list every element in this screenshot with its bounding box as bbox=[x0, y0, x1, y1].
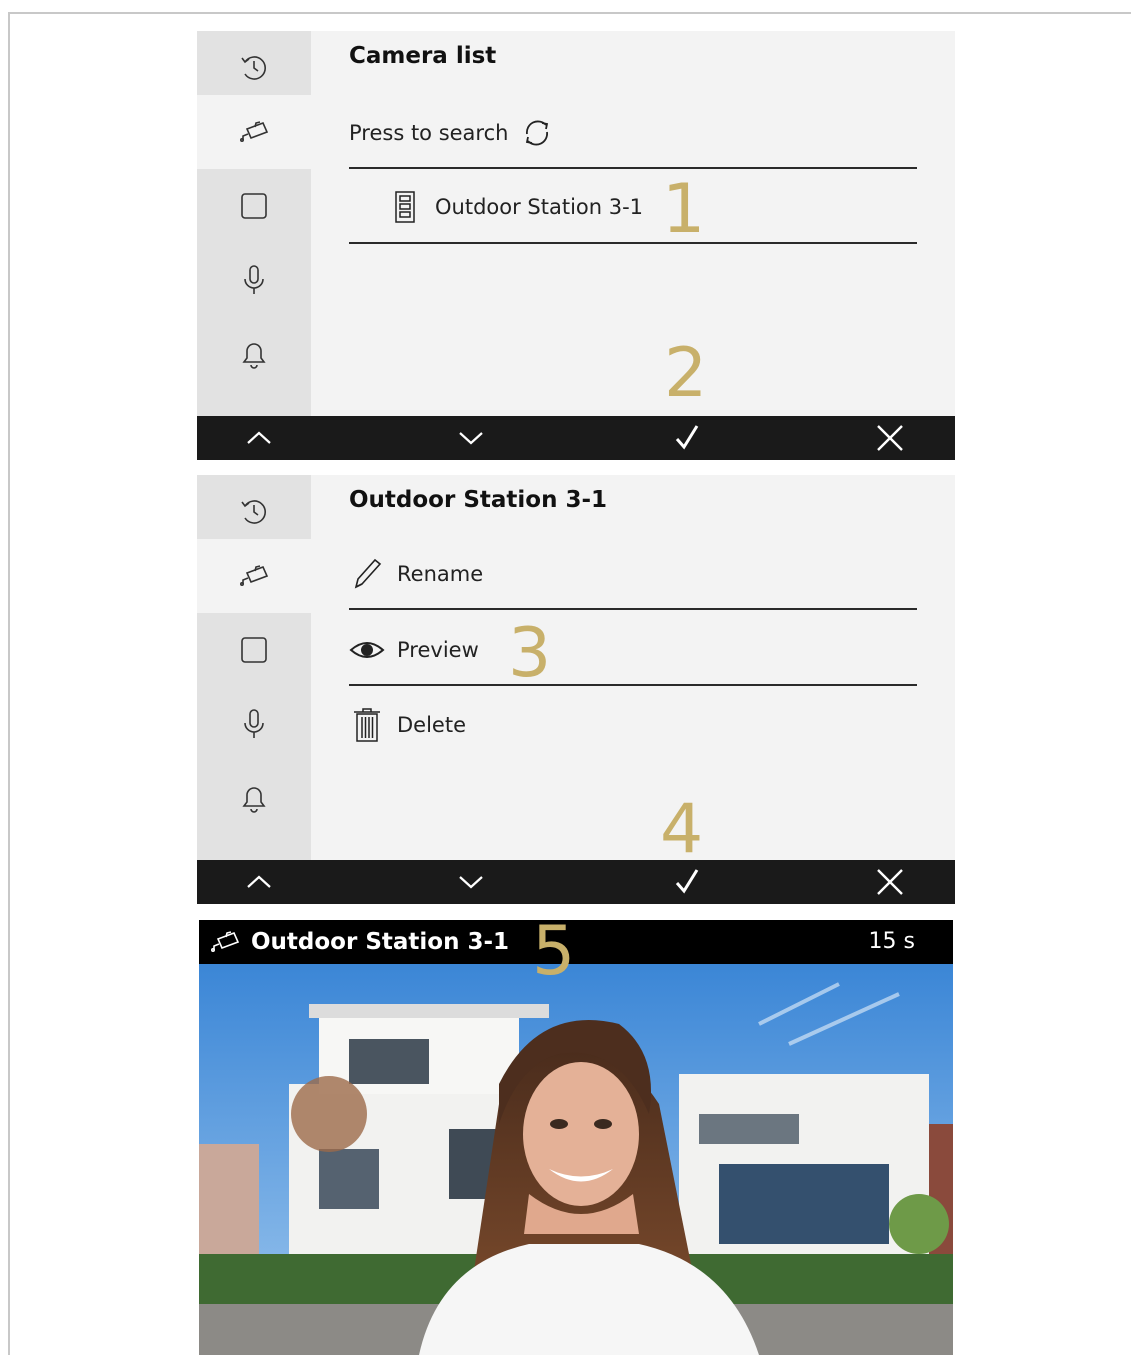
menu-item-delete[interactable]: Delete bbox=[349, 688, 917, 762]
square-icon bbox=[241, 637, 267, 663]
confirm-button[interactable] bbox=[657, 416, 717, 460]
history-icon bbox=[241, 500, 266, 524]
close-icon bbox=[877, 869, 903, 895]
sidebar-item-microphone[interactable] bbox=[197, 687, 311, 761]
callout-number-1: 1 bbox=[662, 170, 706, 249]
camera-options-screen: Outdoor Station 3-1 Rename Preview Delet… bbox=[197, 475, 955, 904]
camera-icon bbox=[211, 931, 240, 952]
pencil-icon bbox=[354, 558, 382, 589]
up-button[interactable] bbox=[229, 416, 289, 460]
divider bbox=[349, 242, 917, 244]
delete-label: Delete bbox=[397, 713, 466, 737]
sidebar-item-history[interactable] bbox=[197, 475, 311, 549]
chevron-up-icon bbox=[247, 431, 271, 444]
menu-item-preview[interactable]: Preview bbox=[349, 613, 917, 687]
sidebar-item-microphone[interactable] bbox=[197, 243, 311, 317]
main-content: Outdoor Station 3-1 Rename Preview Delet… bbox=[311, 475, 955, 860]
sidebar-item-bell[interactable] bbox=[197, 317, 311, 391]
divider bbox=[349, 167, 917, 169]
microphone-icon bbox=[244, 709, 264, 738]
close-icon bbox=[877, 425, 903, 451]
check-icon bbox=[675, 869, 699, 894]
history-icon bbox=[241, 56, 266, 80]
down-button[interactable] bbox=[441, 416, 501, 460]
sidebar-item-history[interactable] bbox=[197, 31, 311, 105]
microphone-icon bbox=[244, 265, 264, 294]
divider bbox=[349, 608, 917, 610]
check-icon bbox=[675, 425, 699, 450]
trash-icon bbox=[354, 708, 380, 742]
down-button[interactable] bbox=[441, 860, 501, 904]
menu-item-rename[interactable]: Rename bbox=[349, 537, 917, 611]
callout-number-4: 4 bbox=[660, 790, 704, 869]
rename-label: Rename bbox=[397, 562, 484, 586]
bell-icon bbox=[242, 787, 266, 813]
chevron-up-icon bbox=[247, 875, 271, 888]
camera-preview-screen: Outdoor Station 3-1 15 s bbox=[199, 920, 953, 1355]
camera-feed-image bbox=[199, 964, 953, 1355]
page-title: Camera list bbox=[349, 43, 497, 69]
camera-icon bbox=[240, 121, 269, 142]
search-label: Press to search bbox=[349, 121, 509, 145]
page-title: Outdoor Station 3-1 bbox=[349, 487, 608, 513]
frame-left-border bbox=[8, 12, 10, 1355]
preview-timer: 15 s bbox=[868, 929, 915, 954]
list-item-outdoor-station[interactable]: Outdoor Station 3-1 bbox=[349, 170, 917, 244]
frame-top-border bbox=[8, 12, 1131, 14]
up-button[interactable] bbox=[229, 860, 289, 904]
callout-number-3: 3 bbox=[508, 614, 552, 693]
square-icon bbox=[241, 193, 267, 219]
chevron-down-icon bbox=[459, 432, 483, 445]
sidebar-item-bell[interactable] bbox=[197, 761, 311, 835]
close-button[interactable] bbox=[860, 860, 920, 904]
bell-icon bbox=[242, 343, 266, 369]
main-content: Camera list Press to search Outdoor Stat… bbox=[311, 31, 955, 416]
refresh-icon bbox=[526, 120, 549, 146]
camera-list-screen: Camera list Press to search Outdoor Stat… bbox=[197, 31, 955, 460]
sidebar-item-camera[interactable] bbox=[197, 539, 311, 613]
preview-label: Preview bbox=[397, 638, 479, 662]
search-row[interactable]: Press to search bbox=[349, 96, 917, 170]
sidebar-item-square[interactable] bbox=[197, 169, 311, 243]
bottom-navigation-bar bbox=[197, 860, 955, 904]
eye-icon bbox=[349, 642, 385, 658]
divider bbox=[349, 684, 917, 686]
camera-icon bbox=[240, 565, 269, 586]
sidebar bbox=[197, 475, 311, 860]
preview-header-bar: Outdoor Station 3-1 15 s bbox=[199, 920, 953, 964]
callout-number-5: 5 bbox=[532, 912, 576, 991]
chevron-down-icon bbox=[459, 876, 483, 889]
list-item-label: Outdoor Station 3-1 bbox=[435, 195, 644, 219]
callout-number-2: 2 bbox=[664, 334, 708, 413]
sidebar-item-square[interactable] bbox=[197, 613, 311, 687]
bottom-navigation-bar bbox=[197, 416, 955, 460]
outdoor-station-icon bbox=[395, 191, 415, 223]
preview-title: Outdoor Station 3-1 bbox=[251, 929, 510, 955]
sidebar bbox=[197, 31, 311, 416]
close-button[interactable] bbox=[860, 416, 920, 460]
sidebar-item-camera[interactable] bbox=[197, 95, 311, 169]
